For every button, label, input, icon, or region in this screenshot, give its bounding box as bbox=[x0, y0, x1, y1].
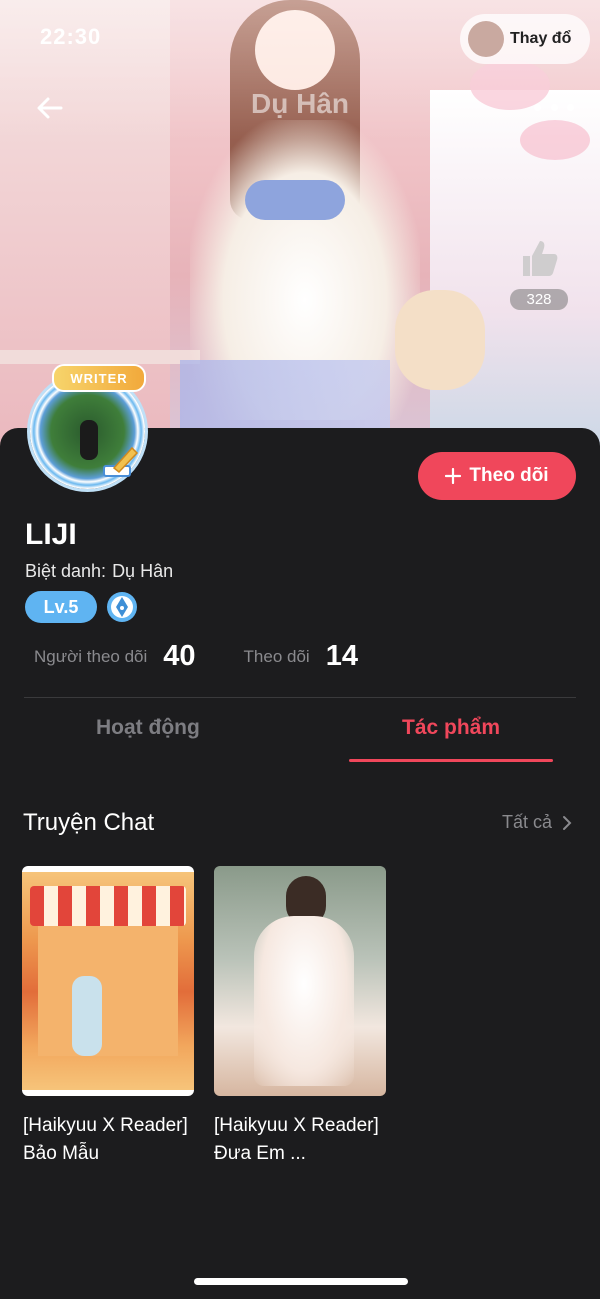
follow-button[interactable]: Theo dõi bbox=[418, 452, 576, 500]
status-pill[interactable]: Thay đổ bbox=[460, 14, 590, 64]
follow-button-label: Theo dõi bbox=[469, 465, 549, 486]
following-label[interactable]: Theo dõi bbox=[244, 647, 310, 667]
book-title[interactable]: [Haikyuu X Reader] Đưa Em ... bbox=[214, 1112, 389, 1168]
see-all-link[interactable]: Tất cả bbox=[502, 812, 572, 833]
chevron-right-icon bbox=[563, 815, 572, 830]
tab-activity[interactable]: Hoạt động bbox=[96, 716, 200, 740]
divider bbox=[24, 697, 576, 698]
followers-count[interactable]: 40 bbox=[163, 640, 195, 673]
writer-badge: WRITER bbox=[52, 364, 146, 392]
nickname: Biệt danh: Dụ Hân bbox=[25, 561, 173, 582]
active-tab-indicator bbox=[349, 759, 553, 762]
nickname-value: Dụ Hân bbox=[112, 561, 174, 581]
verified-pen-icon[interactable] bbox=[106, 591, 138, 623]
book-cover[interactable] bbox=[22, 866, 194, 1096]
level-badge[interactable]: Lv.5 bbox=[25, 591, 97, 623]
nickname-label: Biệt danh: bbox=[25, 561, 107, 581]
thumbs-up-icon bbox=[523, 241, 558, 276]
dot-icon bbox=[567, 103, 574, 111]
profile-card bbox=[0, 428, 600, 1299]
more-options-button[interactable] bbox=[534, 92, 574, 122]
see-all-label: Tất cả bbox=[501, 812, 552, 832]
book-title[interactable]: [Haikyuu X Reader] Bảo Mẫu bbox=[23, 1112, 198, 1168]
header-title: Dụ Hân bbox=[251, 88, 349, 119]
like-count: 328 bbox=[510, 289, 568, 310]
following-count[interactable]: 14 bbox=[326, 640, 358, 673]
pen-icon bbox=[103, 446, 139, 477]
mini-avatar bbox=[468, 21, 504, 57]
like-button[interactable]: 328 bbox=[504, 236, 574, 310]
dot-icon bbox=[534, 103, 541, 111]
status-time: 22:30 bbox=[40, 24, 102, 49]
stats-row: Người theo dõi 40 Theo dõi 14 bbox=[34, 640, 358, 673]
followers-label[interactable]: Người theo dõi bbox=[34, 647, 147, 667]
home-indicator bbox=[194, 1278, 408, 1285]
profile-name: LIJI bbox=[25, 518, 77, 551]
status-pill-text: Thay đổ bbox=[510, 30, 572, 47]
book-cover[interactable] bbox=[214, 866, 386, 1096]
avatar-figure bbox=[80, 420, 98, 460]
section-title: Truyện Chat bbox=[23, 809, 155, 836]
tab-works[interactable]: Tác phẩm bbox=[402, 716, 500, 740]
plus-icon bbox=[445, 468, 462, 484]
dot-icon bbox=[550, 103, 558, 111]
